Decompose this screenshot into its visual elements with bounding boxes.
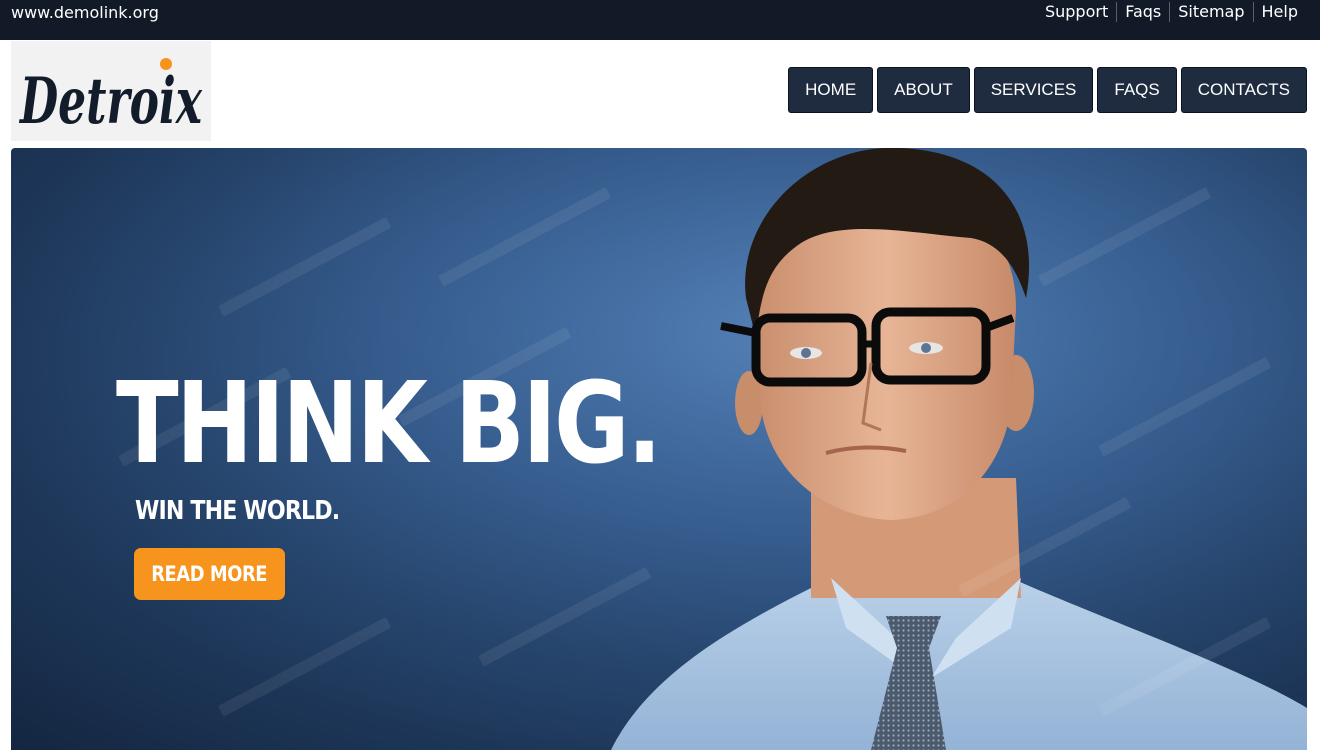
logo-dot	[160, 58, 172, 70]
hero-headline: THINK BIG.	[116, 359, 662, 489]
main-navigation: HOME ABOUT SERVICES FAQS CONTACTS	[788, 67, 1307, 113]
help-link[interactable]: Help	[1252, 2, 1306, 22]
sitemap-link[interactable]: Sitemap	[1169, 2, 1252, 22]
logo-text: Detroix	[19, 64, 203, 139]
utility-links: Support Faqs Sitemap Help	[1037, 0, 1306, 24]
nav-about[interactable]: ABOUT	[877, 67, 970, 113]
read-more-label: READ MORE	[151, 562, 268, 586]
faqs-link[interactable]: Faqs	[1116, 2, 1169, 22]
read-more-button[interactable]: READ MORE	[134, 548, 285, 600]
top-utility-bar: www.demolink.org Support Faqs Sitemap He…	[0, 0, 1320, 40]
nav-home[interactable]: HOME	[788, 67, 874, 113]
support-link[interactable]: Support	[1037, 2, 1116, 22]
logo-graphic: Detroix	[11, 41, 211, 141]
nav-faqs[interactable]: FAQS	[1097, 67, 1177, 113]
nav-contacts[interactable]: CONTACTS	[1180, 67, 1307, 113]
site-logo[interactable]: Detroix	[11, 41, 211, 141]
nav-services[interactable]: SERVICES	[973, 67, 1094, 113]
hero-banner: THINK BIG. WIN THE WORLD. READ MORE	[11, 148, 1307, 750]
site-url: www.demolink.org	[11, 3, 159, 22]
hero-subline: WIN THE WORLD.	[135, 496, 340, 526]
